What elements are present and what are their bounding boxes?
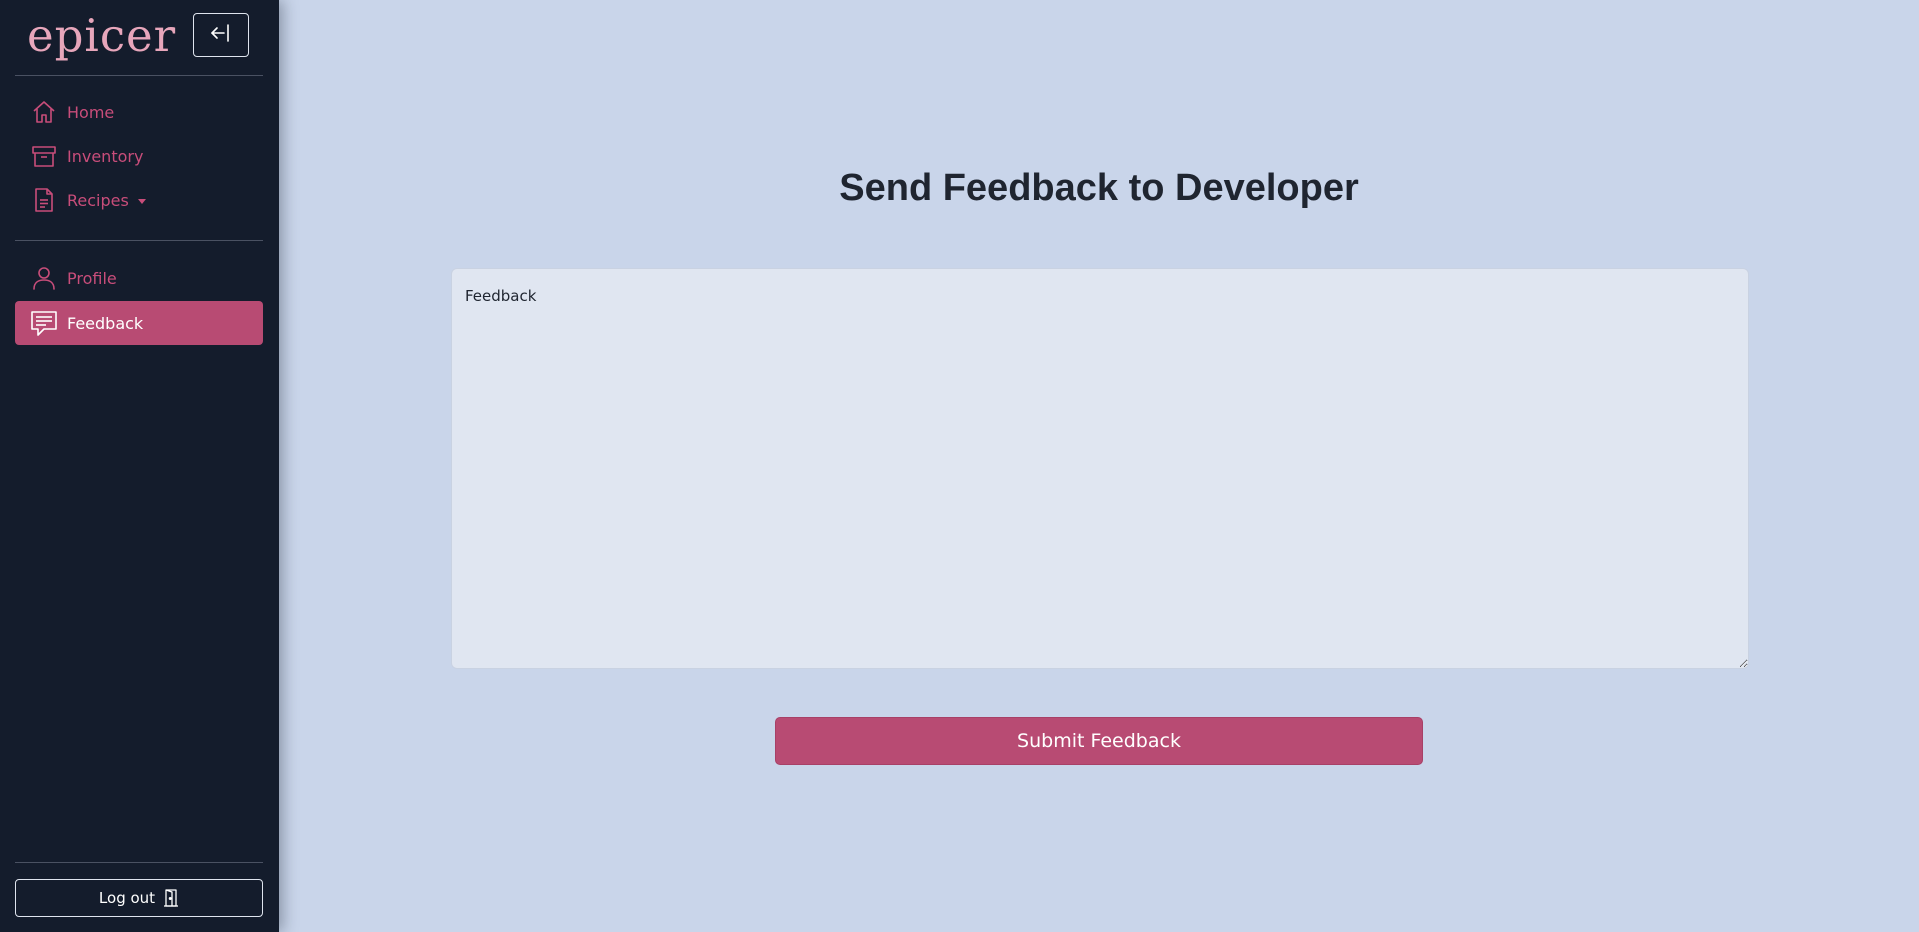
main-content: Send Feedback to Developer Submit Feedba…	[279, 0, 1919, 932]
chat-bubble-icon	[30, 309, 58, 337]
sidebar-item-feedback[interactable]: Feedback	[15, 301, 263, 345]
logout-label: Log out	[98, 889, 156, 907]
door-icon	[163, 889, 179, 907]
sidebar-item-label: Profile	[67, 268, 117, 288]
sidebar-item-home[interactable]: Home	[15, 90, 263, 134]
collapse-sidebar-button[interactable]	[193, 13, 249, 57]
sidebar-divider	[15, 862, 263, 863]
arrow-left-bar-icon	[210, 22, 232, 48]
archive-box-icon	[30, 142, 58, 170]
sidebar-item-label: Home	[67, 102, 115, 122]
sidebar-item-recipes[interactable]: Recipes	[15, 178, 263, 222]
sidebar: epicer Home Inventory Recipes Profile Fe…	[0, 0, 279, 932]
sidebar-item-inventory[interactable]: Inventory	[15, 134, 263, 178]
sidebar-divider	[15, 75, 263, 76]
sidebar-item-label: Feedback	[67, 313, 144, 333]
page-title: Send Feedback to Developer	[839, 167, 1359, 209]
submit-feedback-button[interactable]: Submit Feedback	[775, 717, 1423, 765]
person-icon	[30, 264, 58, 292]
chevron-down-icon	[137, 198, 146, 204]
app-logo[interactable]: epicer	[27, 10, 176, 62]
logout-button[interactable]: Log out	[15, 879, 263, 917]
sidebar-item-label: Inventory	[67, 146, 144, 166]
house-icon	[30, 98, 58, 126]
sidebar-divider	[15, 240, 263, 241]
sidebar-item-label: Recipes	[67, 190, 129, 210]
sidebar-item-profile[interactable]: Profile	[15, 256, 263, 300]
document-icon	[30, 186, 58, 214]
brand-row: epicer	[0, 0, 279, 74]
feedback-textarea[interactable]	[451, 268, 1749, 669]
